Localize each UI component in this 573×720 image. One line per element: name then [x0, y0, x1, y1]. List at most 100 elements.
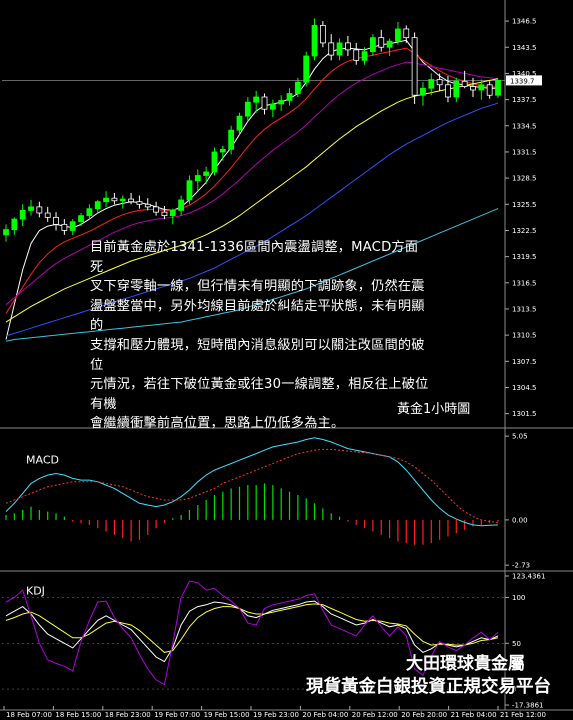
macd-tick-label: 0.00 — [512, 516, 528, 524]
kdj-title: KDJ — [26, 585, 45, 598]
candle-body — [319, 25, 326, 44]
commentary-line-3: 盪盤整當中，另外均線目前處於糾結走平狀態，未有明顯的 — [90, 298, 425, 334]
candle-body — [294, 81, 301, 94]
x-tick-label: 20 Feb 12:00 — [352, 711, 398, 719]
candle-body — [228, 129, 235, 150]
price-tick-label: 1346.5 — [512, 18, 537, 26]
x-tick-label: 21 Feb 04:00 — [451, 711, 497, 719]
price-tick-label: 1301.5 — [512, 410, 537, 418]
candle-body — [378, 37, 385, 48]
x-tick-label: 20 Feb 20:00 — [401, 711, 447, 719]
candle-body — [111, 197, 118, 202]
kdj-tick-label: -17.3861 — [512, 702, 543, 710]
candle-body — [344, 42, 351, 51]
candle-body — [28, 206, 34, 211]
commentary-line-5: 元情況，若往下破位黃金或往30一線調整，相反往上破位有機 — [90, 377, 429, 412]
analysis-commentary: 目前黃金處於1341-1336區間內震盪調整，MACD方面死 叉下穿零軸一線，但… — [90, 238, 430, 434]
x-tick-label: 21 Feb 12:00 — [500, 711, 546, 719]
macd-tick-label: -2.73 — [512, 562, 530, 570]
price-tick-label: 1316.5 — [512, 279, 537, 287]
candle-body — [495, 80, 501, 96]
watermark-company: 大田環球貴金屬 — [406, 654, 525, 674]
candle-body — [461, 80, 468, 87]
price-tick-label: 1304.5 — [512, 384, 537, 392]
candle-body — [153, 206, 160, 213]
current-price-label: 1339.7 — [510, 77, 535, 85]
candle-body — [128, 198, 134, 203]
kdj-tick-label: 100 — [512, 594, 525, 602]
candle-body — [144, 203, 151, 208]
price-tick-label: 1307.5 — [512, 358, 537, 366]
candle-body — [86, 208, 93, 217]
price-tick-label: 1343.5 — [512, 44, 537, 52]
candle-body — [186, 180, 193, 201]
candle-body — [36, 206, 43, 214]
candle-body — [61, 223, 68, 231]
candle-body — [395, 28, 401, 42]
candle-body — [53, 216, 59, 225]
candle-body — [211, 151, 218, 173]
candle-body — [311, 25, 318, 57]
candle-body — [403, 28, 410, 39]
candle-body — [244, 101, 251, 117]
candle-body — [303, 55, 310, 83]
candle-body — [386, 40, 393, 48]
x-tick-label: 18 Feb 07:00 — [6, 711, 52, 719]
price-tick-label: 1313.5 — [512, 305, 537, 313]
candle-body — [278, 100, 285, 105]
price-tick-label: 1334.5 — [512, 122, 537, 130]
candle-body — [445, 84, 451, 98]
kdj-tick-label: 50 — [512, 640, 521, 648]
candle-body — [44, 212, 51, 218]
x-tick-label: 19 Feb 07:00 — [154, 711, 200, 719]
candle-body — [253, 96, 260, 103]
candle-body — [19, 209, 26, 220]
macd-title: MACD — [26, 454, 59, 467]
price-tick-label: 1322.5 — [512, 227, 537, 235]
candle-body — [194, 175, 201, 182]
candle-body — [119, 198, 126, 202]
candle-body — [169, 209, 176, 217]
price-tick-label: 1328.5 — [512, 175, 537, 183]
price-tick-label: 1310.5 — [512, 332, 537, 340]
candle-body — [219, 148, 226, 153]
candle-body — [94, 201, 101, 210]
candle-body — [420, 87, 426, 96]
candle-body — [178, 199, 185, 211]
commentary-line-4: 支撐和壓力體現，短時間內消息級別可以關注改區間的破位 — [90, 337, 425, 373]
candle-body — [453, 80, 460, 98]
candle-body — [370, 37, 376, 53]
candle-body — [336, 42, 343, 56]
candle-body — [361, 51, 368, 61]
price-tick-label: 1319.5 — [512, 253, 537, 261]
price-tick-label: 1337.5 — [512, 96, 537, 104]
macd-tick-label: 5.05 — [512, 433, 528, 441]
candle-body — [353, 49, 360, 61]
kdj-tick-label: 123.4361 — [512, 573, 545, 581]
x-tick-label: 19 Feb 23:00 — [253, 711, 299, 719]
commentary-line-1: 目前黃金處於1341-1336區間內震盪調整，MACD方面死 — [90, 240, 419, 275]
candle-body — [136, 201, 143, 205]
x-tick-label: 18 Feb 23:00 — [105, 711, 151, 719]
candle-body — [436, 79, 443, 86]
candle-body — [203, 171, 210, 176]
price-tick-label: 1325.5 — [512, 201, 537, 209]
candle-body — [3, 229, 9, 236]
watermark-slogan: 現貨黃金白銀投資正規交易平台 — [306, 677, 551, 697]
candle-body — [328, 42, 335, 56]
x-tick-label: 18 Feb 15:00 — [55, 711, 101, 719]
candle-body — [161, 211, 168, 217]
candle-body — [428, 79, 435, 89]
candle-body — [478, 84, 485, 91]
candle-body — [470, 86, 476, 91]
candle-body — [103, 197, 109, 203]
candle-body — [269, 103, 276, 110]
candle-body — [69, 221, 76, 231]
commentary-line-2: 叉下穿零軸一線，但行情未有明顯的下調跡象，仍然在震 — [90, 279, 425, 295]
price-tick-label: 1331.5 — [512, 148, 537, 156]
candle-body — [236, 115, 243, 131]
candle-body — [261, 96, 268, 110]
chart-caption: 黃金1小時圖 — [397, 402, 471, 417]
candle-body — [11, 218, 18, 230]
x-tick-label: 19 Feb 15:00 — [204, 711, 250, 719]
